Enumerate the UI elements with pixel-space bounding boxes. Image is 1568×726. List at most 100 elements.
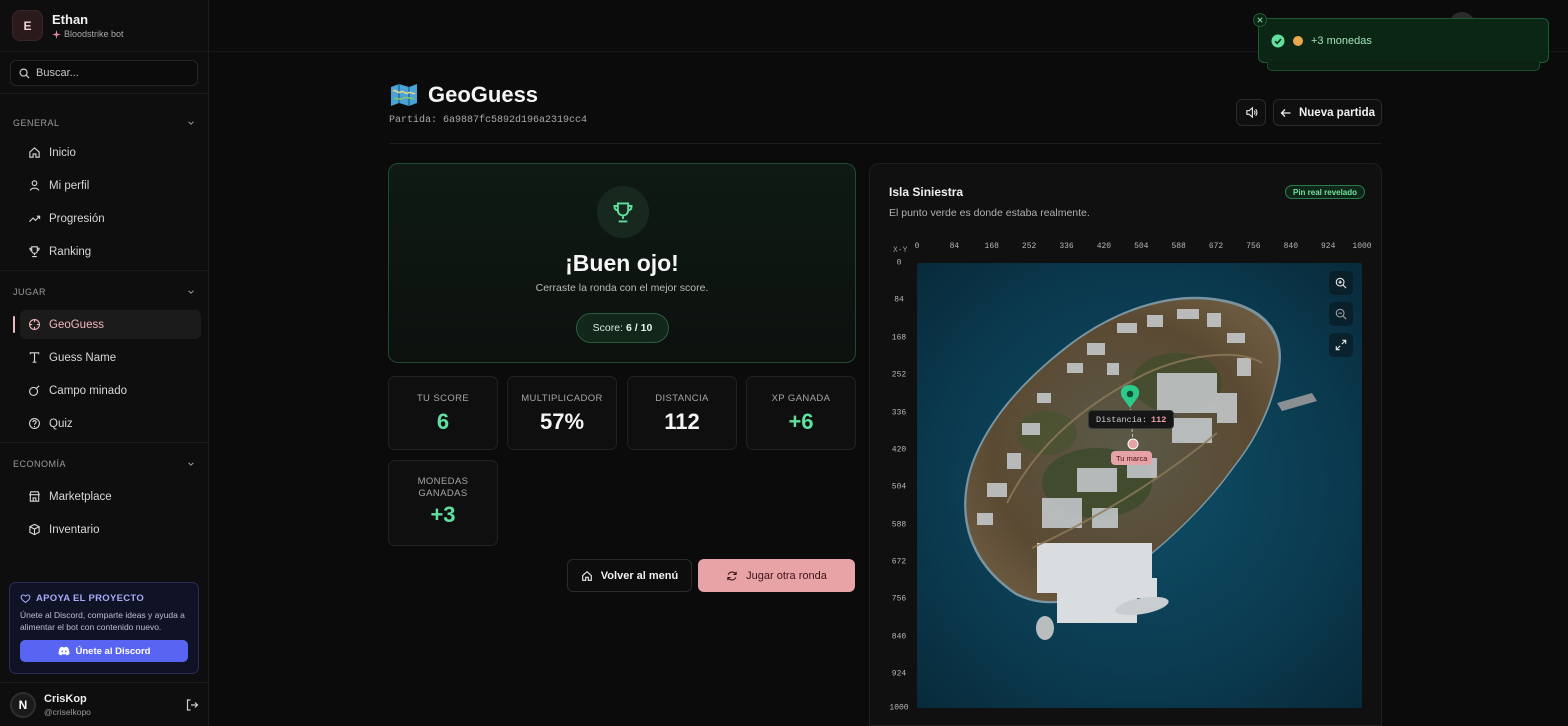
map-icon xyxy=(391,84,417,106)
sidebar-item-marketplace[interactable]: Marketplace xyxy=(20,482,201,511)
stat-label: XP GANADA xyxy=(771,393,831,404)
sound-button[interactable] xyxy=(1236,99,1266,126)
arrow-left-icon xyxy=(1280,108,1291,117)
new-game-button[interactable]: Nueva partida xyxy=(1273,99,1382,126)
map-viewport[interactable]: Distancia: 112 Tu marca xyxy=(917,263,1362,708)
fullscreen-button[interactable] xyxy=(1329,333,1353,357)
y-axis-tick: 336 xyxy=(891,408,907,418)
back-to-menu-label: Volver al menú xyxy=(600,569,679,582)
y-axis-tick: 420 xyxy=(891,445,907,455)
sidebar-item-campo-minado[interactable]: Campo minado xyxy=(20,376,201,405)
x-axis-tick: 588 xyxy=(1171,242,1186,251)
x-axis-tick: 924 xyxy=(1320,242,1336,251)
score-value: 6 / 10 xyxy=(626,322,653,334)
toast-close-button[interactable] xyxy=(1253,13,1267,27)
y-axis-tick: 504 xyxy=(891,482,907,492)
refresh-icon xyxy=(727,571,737,580)
type-icon xyxy=(29,352,40,363)
stat-value: 6 xyxy=(436,409,450,434)
bot-name: Ethan xyxy=(52,12,89,27)
sidebar-item-geoguess[interactable]: GeoGuess xyxy=(13,310,201,339)
section-general-header[interactable]: GENERAL xyxy=(0,116,208,130)
y-axis-tick: 168 xyxy=(891,333,907,343)
y-axis-tick: 672 xyxy=(891,557,907,567)
user-footer: N CrisKop @criselkopo xyxy=(0,682,209,726)
trophy-badge xyxy=(597,186,649,238)
expand-icon xyxy=(1335,339,1347,351)
stat-multiplicador: MULTIPLICADOR 57% xyxy=(507,376,617,450)
sidebar-item-guess-name[interactable]: Guess Name xyxy=(20,343,201,372)
x-axis-tick: 504 xyxy=(1134,242,1149,251)
stat-value: +6 xyxy=(788,409,814,434)
stat-tu-score: TU SCORE 6 xyxy=(388,376,498,450)
check-circle-icon xyxy=(1271,34,1285,47)
logout-button[interactable] xyxy=(185,698,199,712)
sidebar-item-label: Marketplace xyxy=(49,490,112,503)
user-handle: @criselkopo xyxy=(44,706,91,717)
back-to-menu-button[interactable]: Volver al menú xyxy=(567,559,692,592)
bot-subtitle-text: Bloodstrike bot xyxy=(64,29,124,39)
sidebar-item-label: Ranking xyxy=(49,245,92,258)
zoom-out-button[interactable] xyxy=(1329,302,1353,326)
user-avatar[interactable]: N xyxy=(10,691,36,718)
x-axis-tick: 0 xyxy=(914,242,920,251)
distance-value: 112 xyxy=(1151,414,1167,425)
bomb-icon xyxy=(29,385,40,396)
sidebar-item-progresion[interactable]: Progresión xyxy=(20,204,201,233)
section-economia-header[interactable]: ECONOMÍA xyxy=(0,457,208,471)
sparkle-icon xyxy=(52,29,61,39)
map-card: Isla Siniestra El punto verde es donde e… xyxy=(869,163,1382,726)
user-icon xyxy=(29,180,40,191)
bot-header[interactable]: E Ethan Bloodstrike bot xyxy=(0,0,208,52)
sidebar: E Ethan Bloodstrike bot GENERAL Inicio M… xyxy=(0,0,209,726)
trending-up-icon xyxy=(28,215,41,223)
zoom-out-icon xyxy=(1335,308,1347,320)
chevron-down-icon xyxy=(188,290,194,294)
help-circle-icon xyxy=(29,418,40,429)
page-title-text: GeoGuess xyxy=(428,82,539,107)
sidebar-item-label: Inventario xyxy=(49,523,100,536)
y-axis-tick: 0 xyxy=(896,258,902,268)
zoom-in-icon xyxy=(1335,277,1347,289)
score-pill: Score: 6 / 10 xyxy=(576,313,669,343)
crosshair-icon xyxy=(29,319,40,330)
section-jugar-label: JUGAR xyxy=(13,287,47,297)
score-label: Score: xyxy=(592,322,624,334)
distance-label: Distancia: xyxy=(1096,414,1148,425)
join-discord-label: Únete al Discord xyxy=(75,645,151,657)
store-icon xyxy=(29,491,40,502)
my-mark-label: Tu marca xyxy=(1111,451,1153,465)
volume-icon xyxy=(1245,106,1257,119)
sidebar-item-ranking[interactable]: Ranking xyxy=(20,237,201,266)
stat-label: MULTIPLICADOR xyxy=(521,393,603,404)
chevron-down-icon xyxy=(188,462,194,466)
section-economia-label: ECONOMÍA xyxy=(13,459,67,469)
play-again-label: Jugar otra ronda xyxy=(746,569,827,582)
sidebar-item-inicio[interactable]: Inicio xyxy=(20,138,201,167)
zoom-in-button[interactable] xyxy=(1329,271,1353,295)
join-discord-button[interactable]: Únete al Discord xyxy=(20,640,188,662)
result-title: ¡Buen ojo! xyxy=(565,250,679,276)
pin-revealed-badge: Pin real revelado xyxy=(1285,185,1366,199)
sidebar-item-inventario[interactable]: Inventario xyxy=(20,515,201,544)
sidebar-item-label: Guess Name xyxy=(49,351,117,364)
x-axis-tick: 336 xyxy=(1059,242,1074,251)
match-id: Partida: 6a9887fc5892d196a2319cc4 xyxy=(389,115,588,126)
support-text: Únete al Discord, comparte ideas y ayuda… xyxy=(20,610,185,632)
map-subtitle: El punto verde es donde estaba realmente… xyxy=(889,207,1090,219)
section-jugar-header[interactable]: JUGAR xyxy=(0,285,208,299)
x-axis-tick: 252 xyxy=(1021,242,1037,251)
search-box[interactable] xyxy=(10,60,198,86)
search-input[interactable] xyxy=(36,67,186,79)
play-again-button[interactable]: Jugar otra ronda xyxy=(698,559,855,592)
x-axis-tick: 672 xyxy=(1208,242,1224,251)
result-card: ¡Buen ojo! Cerraste la ronda con el mejo… xyxy=(388,163,856,363)
island-map xyxy=(964,296,1317,640)
new-game-label: Nueva partida xyxy=(1298,106,1376,119)
stat-label: TU SCORE xyxy=(416,393,470,404)
user-name: CrisKop xyxy=(44,692,87,705)
sidebar-item-mi-perfil[interactable]: Mi perfil xyxy=(20,171,201,200)
stat-label: MONEDAS GANADAS xyxy=(417,476,469,499)
sidebar-item-quiz[interactable]: Quiz xyxy=(20,409,201,438)
bot-subtitle: Bloodstrike bot xyxy=(52,29,124,39)
